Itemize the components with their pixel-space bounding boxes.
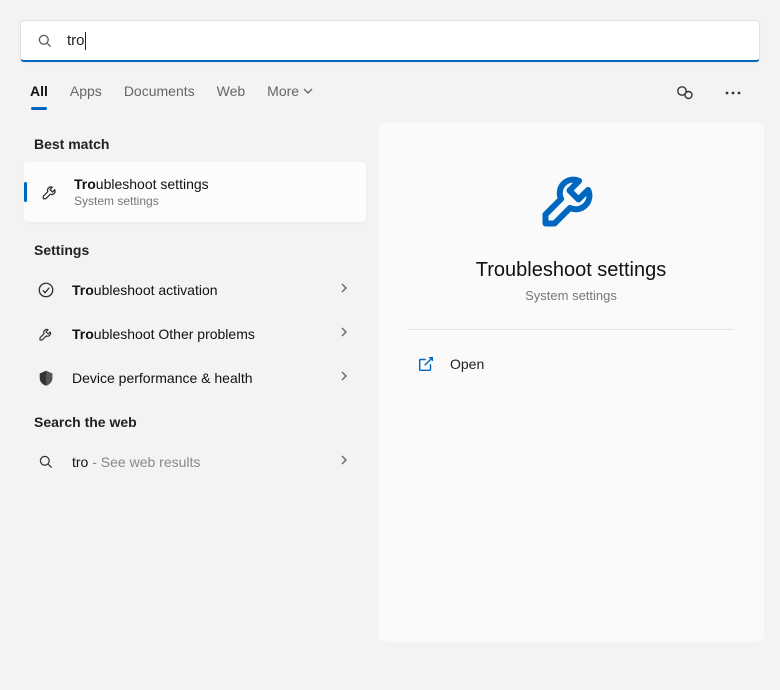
- chevron-right-icon: [338, 325, 350, 343]
- tab-all[interactable]: All: [30, 77, 48, 109]
- detail-title: Troubleshoot settings: [476, 259, 666, 282]
- best-match-text: Troubleshoot settings System settings: [74, 176, 209, 208]
- action-label: Open: [450, 356, 484, 372]
- search-icon: [36, 452, 56, 472]
- search-bar-container: tro: [0, 0, 780, 62]
- tab-more-label: More: [267, 83, 299, 99]
- best-match-item[interactable]: Troubleshoot settings System settings: [24, 162, 366, 222]
- wrench-icon: [40, 182, 60, 202]
- wrench-icon: [535, 162, 607, 239]
- list-item-label: Troubleshoot activation: [72, 282, 322, 298]
- detail-subtitle: System settings: [525, 288, 617, 303]
- search-input[interactable]: tro: [67, 32, 85, 49]
- chat-icon: [675, 83, 695, 103]
- chat-icon-button[interactable]: [668, 76, 702, 110]
- action-open[interactable]: Open: [408, 344, 734, 384]
- detail-pane: Troubleshoot settings System settings Op…: [378, 122, 764, 642]
- tabs: All Apps Documents Web More: [30, 77, 313, 109]
- settings-item-troubleshoot-activation[interactable]: Troubleshoot activation: [16, 268, 366, 312]
- tabs-row: All Apps Documents Web More: [0, 62, 780, 110]
- list-item-label: tro - See web results: [72, 454, 322, 470]
- shield-icon: [36, 368, 56, 388]
- tab-apps[interactable]: Apps: [70, 77, 102, 109]
- tab-web[interactable]: Web: [217, 77, 246, 109]
- chevron-right-icon: [338, 281, 350, 299]
- settings-item-troubleshoot-other[interactable]: Troubleshoot Other problems: [16, 312, 366, 356]
- search-icon: [35, 31, 55, 51]
- divider: [408, 329, 734, 330]
- section-header-settings: Settings: [16, 228, 366, 268]
- results-column: Best match Troubleshoot settings System …: [16, 122, 366, 642]
- tab-more[interactable]: More: [267, 77, 313, 109]
- chevron-down-icon: [303, 86, 313, 96]
- chevron-right-icon: [338, 453, 350, 471]
- list-item-label: Device performance & health: [72, 370, 322, 386]
- section-header-best-match: Best match: [16, 122, 366, 162]
- open-external-icon: [416, 354, 436, 374]
- settings-item-device-health[interactable]: Device performance & health: [16, 356, 366, 400]
- more-options-button[interactable]: [716, 76, 750, 110]
- detail-hero: Troubleshoot settings System settings: [408, 162, 734, 303]
- best-match-title: Troubleshoot settings: [74, 176, 209, 192]
- tab-documents[interactable]: Documents: [124, 77, 195, 109]
- list-item-label: Troubleshoot Other problems: [72, 326, 322, 342]
- text-cursor: [85, 32, 86, 50]
- wrench-icon: [36, 324, 56, 344]
- best-match-subtitle: System settings: [74, 194, 209, 208]
- main-content: Best match Troubleshoot settings System …: [0, 110, 780, 642]
- ellipsis-icon: [724, 84, 742, 102]
- search-box[interactable]: tro: [20, 20, 760, 62]
- check-circle-icon: [36, 280, 56, 300]
- tab-actions: [668, 76, 750, 110]
- chevron-right-icon: [338, 369, 350, 387]
- web-search-item[interactable]: tro - See web results: [16, 440, 366, 484]
- section-header-web: Search the web: [16, 400, 366, 440]
